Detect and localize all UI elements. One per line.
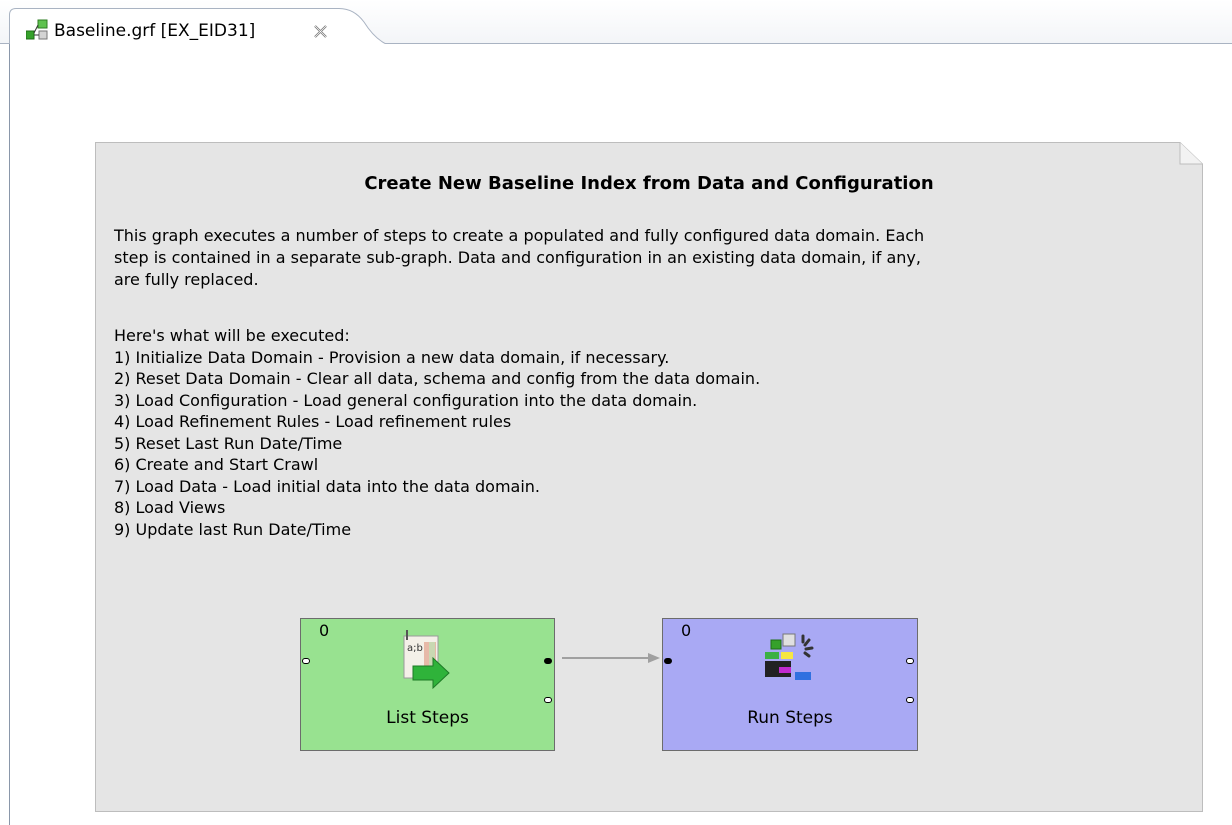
description-line: are fully replaced. (114, 270, 259, 289)
editor-tab-bar: Baseline.grf [EX_EID31] (0, 0, 1232, 45)
node-label: Run Steps (747, 708, 833, 728)
steps-intro: Here's what will be executed: (114, 326, 350, 345)
step-item: 4) Load Refinement Rules - Load refineme… (114, 412, 512, 431)
description-line: This graph executes a number of steps to… (114, 226, 925, 245)
list-steps-icon: a;b (401, 630, 453, 690)
step-item: 5) Reset Last Run Date/Time (114, 433, 343, 453)
step-item: 3) Load Configuration - Load general con… (114, 390, 698, 410)
list-steps-node[interactable]: 0 a;b List Steps (300, 618, 555, 751)
description-line: step is contained in a separate sub-grap… (114, 248, 921, 267)
record-count: 0 (681, 621, 692, 640)
step-item: 1) Initialize Data Domain - Provision a … (114, 347, 670, 367)
record-count: 0 (319, 621, 330, 640)
node-label: List Steps (386, 708, 469, 728)
close-icon[interactable] (314, 23, 327, 38)
graph-note[interactable]: Create New Baseline Index from Data and … (95, 142, 1203, 812)
note-title: Create New Baseline Index from Data and … (364, 173, 934, 194)
step-item: 7) Load Data - Load initial data into th… (114, 476, 541, 496)
run-steps-icon (763, 630, 815, 690)
output-port[interactable] (544, 697, 552, 703)
steps-list: Here's what will be executed: 1) Initial… (114, 325, 1184, 540)
run-steps-node[interactable]: 0 Run Steps (662, 618, 918, 751)
step-item: 9) Update last Run Date/Time (114, 519, 352, 539)
output-port[interactable] (906, 697, 914, 703)
input-port[interactable] (664, 658, 672, 664)
svg-text:a;b: a;b (407, 643, 423, 654)
output-port[interactable] (906, 658, 914, 664)
tab-title: Baseline.grf [EX_EID31] (54, 21, 256, 41)
step-item: 8) Load Views (114, 498, 226, 517)
input-port[interactable] (302, 658, 310, 664)
output-port[interactable] (544, 658, 552, 664)
step-item: 6) Create and Start Crawl (114, 455, 319, 474)
step-item: 2) Reset Data Domain - Clear all data, s… (114, 369, 761, 388)
note-description: This graph executes a number of steps to… (114, 225, 1184, 291)
tab-baseline-grf[interactable]: Baseline.grf [EX_EID31] (9, 8, 387, 45)
graph-file-icon (25, 19, 48, 41)
